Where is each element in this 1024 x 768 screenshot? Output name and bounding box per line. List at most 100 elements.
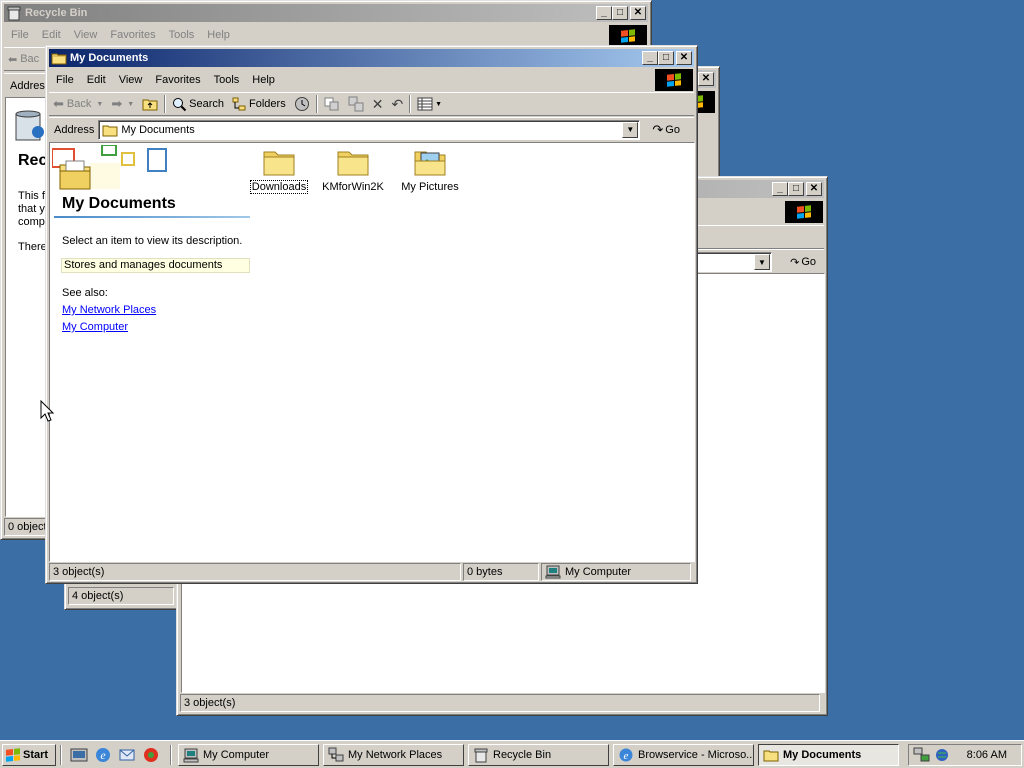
folder-icon xyxy=(102,125,118,136)
my-documents-window[interactable]: My Documents _ □ ✕ File Edit View Favori… xyxy=(45,45,698,584)
status-bar: 3 object(s) 0 bytes My Computer xyxy=(49,563,694,583)
folder-item-downloads[interactable]: Downloads xyxy=(248,147,310,194)
network-tray-icon[interactable] xyxy=(913,747,931,763)
maximize-button[interactable]: □ xyxy=(788,182,804,196)
menu-edit[interactable]: Edit xyxy=(80,74,112,86)
menu-view[interactable]: View xyxy=(112,74,149,86)
copy-to-icon xyxy=(348,96,364,112)
history-button[interactable] xyxy=(290,93,314,115)
folder-icon xyxy=(51,53,67,65)
go-button[interactable]: ↷ Go xyxy=(786,251,820,273)
delete-icon: ✕ xyxy=(371,95,384,112)
task-my-network-places[interactable]: My Network Places xyxy=(323,744,464,766)
folder-item-kmforwin2k[interactable]: KMforWin2K xyxy=(318,147,388,193)
undo-button[interactable]: ↶ xyxy=(387,93,407,115)
link-my-computer[interactable]: My Computer xyxy=(62,321,156,333)
windows-logo xyxy=(655,69,693,91)
show-desktop-icon[interactable] xyxy=(70,746,88,764)
folder-icon xyxy=(763,750,779,762)
maximize-button[interactable]: □ xyxy=(658,51,674,65)
menu-tools[interactable]: Tools xyxy=(162,29,201,41)
toolbar-separator xyxy=(409,95,412,113)
close-button[interactable]: ✕ xyxy=(806,182,822,196)
close-button[interactable]: ✕ xyxy=(630,6,646,20)
menu-file[interactable]: File xyxy=(4,29,35,41)
move-to-button[interactable] xyxy=(320,93,344,115)
start-button[interactable]: Start xyxy=(2,744,56,766)
windows-logo xyxy=(785,201,823,223)
menu-favorites[interactable]: Favorites xyxy=(148,74,206,86)
copy-to-button[interactable] xyxy=(344,93,368,115)
clock[interactable]: 8:06 AM xyxy=(967,749,1007,761)
folder-item-my-pictures[interactable]: My Pictures xyxy=(395,147,465,193)
close-button[interactable]: ✕ xyxy=(676,51,692,65)
maximize-button[interactable]: □ xyxy=(612,6,628,20)
media-player-icon[interactable] xyxy=(142,746,160,764)
menu-help[interactable]: Help xyxy=(200,29,236,41)
mouse-cursor-icon xyxy=(40,400,54,422)
forward-button[interactable]: ➡ ▼ xyxy=(107,93,138,115)
menu-bar: File Edit View Favorites Tools Help xyxy=(49,70,694,90)
history-icon xyxy=(294,97,309,111)
ie-icon[interactable]: e xyxy=(94,746,112,764)
recycle-bin-titlebar[interactable]: Recycle Bin _ □ ✕ xyxy=(4,4,648,22)
svg-text:e: e xyxy=(100,748,106,762)
folders-button[interactable]: Folders xyxy=(228,93,290,115)
minimize-button[interactable]: _ xyxy=(642,51,658,65)
address-dropdown-button[interactable]: ▼ xyxy=(754,254,770,270)
system-tray: 8:06 AM xyxy=(908,744,1022,766)
back-button[interactable]: ⬅ Bac xyxy=(4,48,43,70)
menu-file[interactable]: File xyxy=(49,74,80,86)
views-icon xyxy=(417,97,433,111)
menu-bar: File Edit View Favorites Tools Help xyxy=(4,25,648,45)
views-button[interactable]: ▼ xyxy=(413,93,446,115)
minimize-button[interactable]: _ xyxy=(596,6,612,20)
network-icon xyxy=(328,747,344,762)
delete-button[interactable]: ✕ xyxy=(368,93,388,115)
taskbar: Start e My Computer My Network Places Re… xyxy=(0,740,1024,768)
menu-tools[interactable]: Tools xyxy=(207,74,246,86)
up-folder-icon xyxy=(142,99,158,111)
search-icon xyxy=(173,97,187,111)
quick-launch: e xyxy=(70,746,160,764)
address-input[interactable]: My Documents ▼ xyxy=(98,119,641,140)
go-arrow-icon: ↷ xyxy=(652,121,664,137)
back-button[interactable]: ⬅ Back ▼ xyxy=(49,93,107,115)
menu-edit[interactable]: Edit xyxy=(35,29,67,41)
address-bar: Address My Documents ▼ ↷ Go xyxy=(49,117,694,141)
status-zone: My Computer xyxy=(541,563,691,581)
task-browservice[interactable]: e Browservice - Microso... xyxy=(613,744,754,766)
folders-icon xyxy=(232,97,246,110)
minimize-button[interactable]: _ xyxy=(772,182,788,196)
my-documents-banner-icon xyxy=(52,145,167,190)
menu-view[interactable]: View xyxy=(67,29,104,41)
windows-logo xyxy=(609,25,647,47)
see-also-label: See also: xyxy=(62,287,108,299)
computer-icon xyxy=(183,748,199,763)
svg-text:e: e xyxy=(624,750,629,762)
search-button[interactable]: Search xyxy=(168,93,228,115)
toolbar-separator xyxy=(315,95,318,113)
heading-underline xyxy=(54,216,250,218)
folder-label: Downloads xyxy=(249,180,309,194)
move-to-icon xyxy=(324,97,339,111)
recycle-bin-icon xyxy=(7,6,21,21)
outlook-icon[interactable] xyxy=(118,746,136,764)
task-recycle-bin[interactable]: Recycle Bin xyxy=(468,744,609,766)
menu-help[interactable]: Help xyxy=(245,74,281,86)
task-my-computer[interactable]: My Computer xyxy=(178,744,319,766)
folder-label: My Pictures xyxy=(401,181,459,193)
my-documents-titlebar[interactable]: My Documents _ □ ✕ xyxy=(49,49,694,67)
go-button[interactable]: ↷ Go xyxy=(648,119,684,141)
address-dropdown-button[interactable]: ▼ xyxy=(622,121,639,138)
link-my-network-places[interactable]: My Network Places xyxy=(62,304,156,316)
toolbar-separator xyxy=(164,95,167,113)
menu-favorites[interactable]: Favorites xyxy=(103,29,161,41)
up-folder-button[interactable] xyxy=(138,93,162,115)
quicklaunch-separator xyxy=(170,745,172,765)
address-label: Address xyxy=(54,123,95,136)
close-button[interactable]: ✕ xyxy=(698,72,714,86)
back-arrow-icon: ⬅ xyxy=(53,96,64,111)
globe-tray-icon[interactable] xyxy=(933,747,951,763)
task-my-documents[interactable]: My Documents xyxy=(758,744,899,766)
